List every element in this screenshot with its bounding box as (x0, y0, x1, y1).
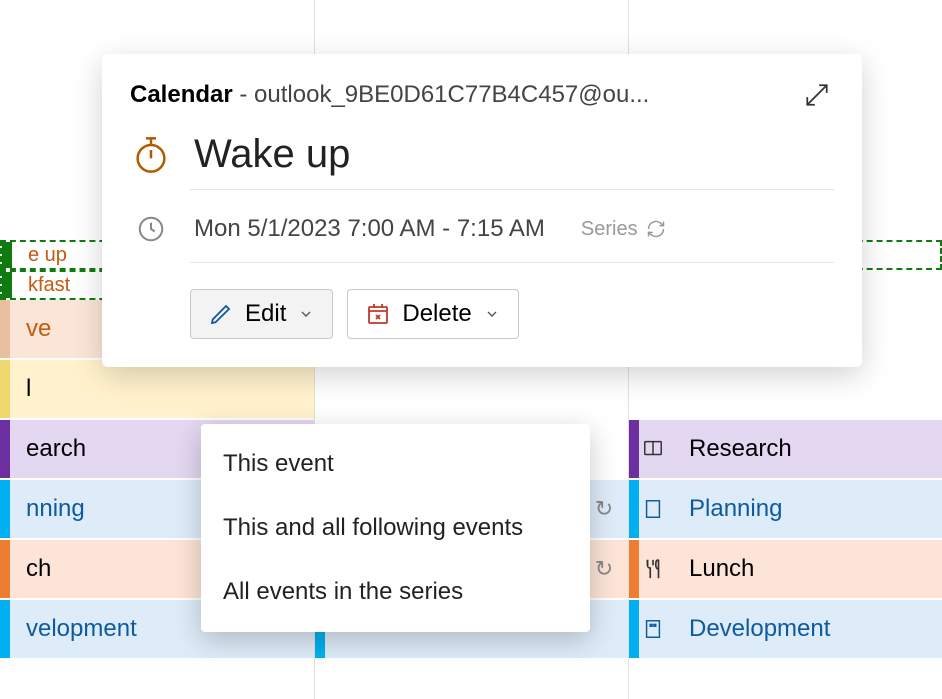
chevron-down-icon (298, 306, 314, 322)
event-title: Wake up (194, 132, 350, 177)
divider (190, 189, 834, 190)
cal-event[interactable]: Lunch (629, 540, 942, 600)
event-title: Development (689, 615, 930, 643)
menu-following-events[interactable]: This and all following events (201, 496, 590, 560)
title-row: Wake up (130, 132, 834, 177)
card-header: Calendar - outlook_9BE0D61C77B4C457@ou..… (130, 78, 834, 112)
fork-icon (641, 557, 665, 581)
cal-event[interactable]: Planning (629, 480, 942, 540)
pencil-icon (209, 302, 233, 326)
event-title: l (26, 375, 302, 403)
menu-this-event[interactable]: This event (201, 432, 590, 496)
event-detail-card: Calendar - outlook_9BE0D61C77B4C457@ou..… (102, 54, 862, 367)
recur-icon: ↻ (592, 497, 616, 521)
recur-icon: ↻ (592, 557, 616, 581)
event-title: Research (689, 435, 930, 463)
calendar-name: Calendar (130, 81, 233, 108)
delete-label: Delete (402, 300, 471, 328)
series-label: Series (581, 218, 638, 241)
event-title: Lunch (689, 555, 930, 583)
separator: - (239, 81, 254, 108)
chevron-down-icon (484, 306, 500, 322)
delete-button[interactable]: Delete (347, 289, 518, 339)
expand-icon[interactable] (800, 78, 834, 112)
cal-event[interactable]: Research (629, 420, 942, 480)
book-icon (641, 437, 665, 461)
delete-calendar-icon (366, 302, 390, 326)
edit-label: Edit (245, 300, 286, 328)
series-indicator: Series (581, 218, 666, 241)
account-email: outlook_9BE0D61C77B4C457@ou... (254, 81, 649, 108)
edit-dropdown-menu: This event This and all following events… (201, 424, 590, 632)
recur-icon (646, 219, 666, 239)
clock-icon (130, 208, 172, 250)
menu-all-series[interactable]: All events in the series (201, 560, 590, 624)
event-title: Planning (689, 495, 930, 523)
stopwatch-icon (130, 134, 172, 176)
time-row: Mon 5/1/2023 7:00 AM - 7:15 AM Series (130, 208, 834, 250)
divider (190, 262, 834, 263)
event-time: Mon 5/1/2023 7:00 AM - 7:15 AM (194, 215, 545, 243)
cal-event[interactable]: l (0, 360, 314, 420)
action-row: Edit Delete (190, 289, 834, 339)
edit-button[interactable]: Edit (190, 289, 333, 339)
cal-event[interactable]: Development (629, 600, 942, 660)
building-icon (641, 617, 665, 641)
building-icon (641, 497, 665, 521)
